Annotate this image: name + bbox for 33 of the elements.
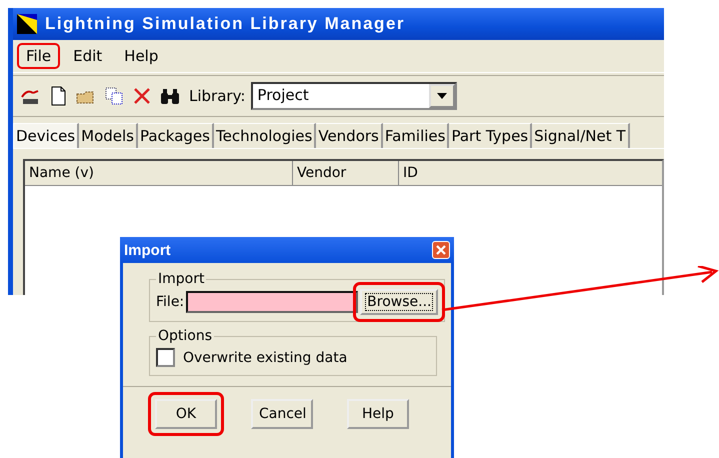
menu-item[interactable]: Edit [64,43,112,69]
close-button[interactable] [432,241,450,259]
group-label: Import [157,271,206,287]
window-title: Lightning Simulation Library Manager [45,14,406,34]
column-header[interactable]: Vendor [293,161,399,185]
dialog-button[interactable]: Cancel [251,399,313,429]
tab[interactable]: Part Types [449,123,532,148]
tab[interactable]: Devices [13,123,80,148]
browse-button[interactable]: Browse... [360,289,438,315]
close-icon [435,244,447,256]
menu-item[interactable]: File [17,43,60,69]
tab[interactable]: Packages [138,123,214,148]
file-field[interactable] [186,291,358,313]
column-header[interactable]: Name (v) [25,161,293,185]
dialog-button[interactable]: Help [347,399,409,429]
tab[interactable]: Models [79,123,138,148]
tab[interactable]: Technologies [214,123,316,148]
library-label: Library: [189,87,246,105]
checkbox-label: Overwrite existing data [183,350,348,366]
checkbox[interactable] [156,348,175,367]
column-header[interactable]: ID [399,161,662,185]
tab[interactable]: Signal/Net T [532,123,630,148]
dialog-button[interactable]: OK [155,399,217,429]
tab[interactable]: Vendors [316,123,383,148]
copy-icon[interactable] [103,85,125,107]
group-label: Options [157,328,214,344]
dropdown-arrow-icon [437,93,448,99]
menu-item[interactable]: Help [115,43,168,69]
dialog-title: Import [124,242,171,258]
tab[interactable]: Families [382,123,450,148]
file-label: File: [156,294,184,310]
app-icon [17,14,37,34]
library-dropdown[interactable]: Project [251,82,458,110]
